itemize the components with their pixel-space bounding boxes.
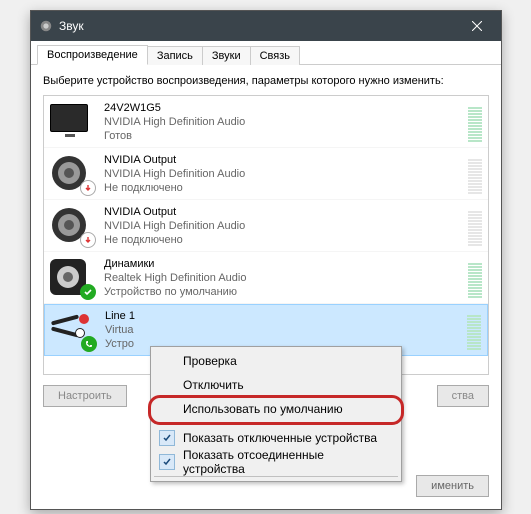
device-name: Динамики bbox=[104, 257, 464, 271]
device-driver: NVIDIA High Definition Audio bbox=[104, 115, 464, 129]
check-icon bbox=[159, 430, 175, 446]
level-meter bbox=[468, 102, 482, 142]
level-meter bbox=[468, 154, 482, 194]
tab-playback[interactable]: Воспроизведение bbox=[37, 45, 148, 65]
speaker-icon bbox=[50, 258, 94, 298]
level-meter bbox=[467, 310, 481, 350]
app-icon bbox=[39, 19, 53, 33]
tab-communications[interactable]: Связь bbox=[250, 46, 300, 65]
device-list[interactable]: 24V2W1G5 NVIDIA High Definition Audio Го… bbox=[43, 95, 489, 375]
device-name: 24V2W1G5 bbox=[104, 101, 464, 115]
monitor-icon bbox=[50, 102, 94, 142]
menu-item-disable[interactable]: Отключить bbox=[153, 373, 399, 397]
wheel-icon bbox=[50, 206, 94, 246]
configure-button[interactable]: Настроить bbox=[43, 385, 127, 407]
window-title: Звук bbox=[59, 19, 457, 33]
disconnected-badge-icon bbox=[80, 232, 96, 248]
device-status: Устройство по умолчанию bbox=[104, 285, 464, 299]
device-item[interactable]: NVIDIA Output NVIDIA High Definition Aud… bbox=[44, 200, 488, 252]
instruction-text: Выберите устройство воспроизведения, пар… bbox=[43, 75, 489, 87]
level-meter bbox=[468, 206, 482, 246]
device-driver: Realtek High Definition Audio bbox=[104, 271, 464, 285]
cable-icon bbox=[51, 310, 95, 350]
check-icon bbox=[159, 454, 175, 470]
wheel-icon bbox=[50, 154, 94, 194]
tab-strip: Воспроизведение Запись Звуки Связь bbox=[31, 41, 501, 65]
device-item[interactable]: Динамики Realtek High Definition Audio У… bbox=[44, 252, 488, 304]
context-menu[interactable]: Проверка Отключить Использовать по умолч… bbox=[150, 346, 402, 482]
properties-button[interactable]: ства bbox=[437, 385, 489, 407]
level-meter bbox=[468, 258, 482, 298]
disconnected-badge-icon bbox=[80, 180, 96, 196]
device-status: Не подключено bbox=[104, 233, 464, 247]
menu-separator bbox=[154, 423, 398, 424]
apply-button[interactable]: именить bbox=[416, 475, 489, 497]
close-button[interactable] bbox=[457, 11, 497, 41]
menu-item-show-disabled[interactable]: Показать отключенные устройства bbox=[153, 426, 399, 450]
tab-sounds[interactable]: Звуки bbox=[202, 46, 251, 65]
device-driver: NVIDIA High Definition Audio bbox=[104, 219, 464, 233]
menu-separator bbox=[154, 476, 398, 477]
device-name: NVIDIA Output bbox=[104, 153, 464, 167]
menu-item-show-disconnected[interactable]: Показать отсоединенные устройства bbox=[153, 450, 399, 474]
dialog-buttons: именить bbox=[416, 475, 489, 497]
tab-recording[interactable]: Запись bbox=[147, 46, 203, 65]
titlebar[interactable]: Звук bbox=[31, 11, 501, 41]
comm-badge-icon bbox=[81, 336, 97, 352]
device-driver: Virtua bbox=[105, 323, 463, 337]
default-badge-icon bbox=[80, 284, 96, 300]
device-name: NVIDIA Output bbox=[104, 205, 464, 219]
device-driver: NVIDIA High Definition Audio bbox=[104, 167, 464, 181]
device-item[interactable]: 24V2W1G5 NVIDIA High Definition Audio Го… bbox=[44, 96, 488, 148]
device-status: Не подключено bbox=[104, 181, 464, 195]
device-item[interactable]: NVIDIA Output NVIDIA High Definition Aud… bbox=[44, 148, 488, 200]
device-name: Line 1 bbox=[105, 309, 463, 323]
menu-item-set-default[interactable]: Использовать по умолчанию bbox=[153, 397, 399, 421]
menu-item-test[interactable]: Проверка bbox=[153, 349, 399, 373]
device-status: Готов bbox=[104, 129, 464, 143]
